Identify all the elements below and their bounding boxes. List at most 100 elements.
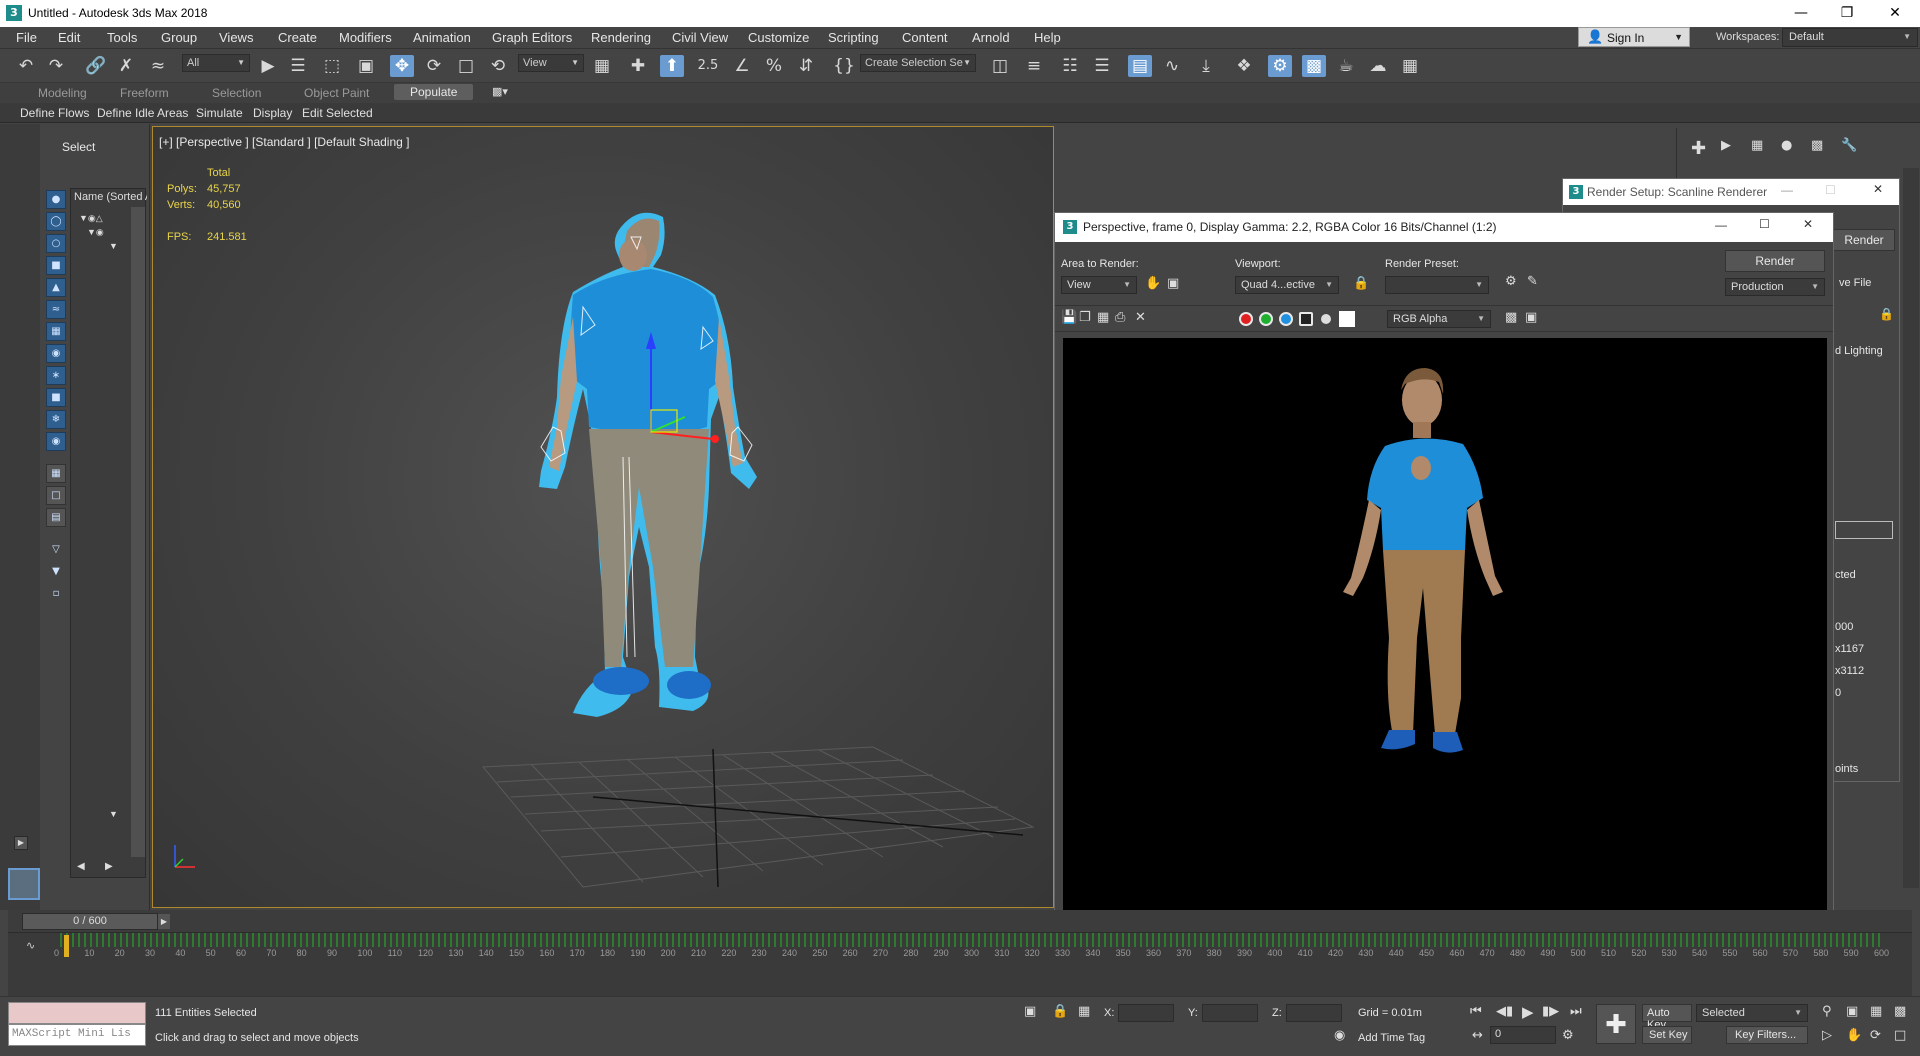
- menu-animation[interactable]: Animation: [413, 30, 471, 45]
- scale-icon[interactable]: □: [454, 55, 478, 77]
- render-setup-render-button[interactable]: Render: [1833, 229, 1895, 251]
- maxscript-output[interactable]: [8, 1002, 146, 1024]
- render-in-cloud-icon[interactable]: ☁: [1366, 55, 1390, 77]
- zoom-extents-all-icon[interactable]: ▩: [1894, 1004, 1906, 1019]
- save-image-icon[interactable]: 💾: [1061, 310, 1077, 325]
- menu-views[interactable]: Views: [219, 30, 253, 45]
- sign-in-dropdown[interactable]: 👤 Sign In ▼: [1578, 27, 1690, 47]
- z-coordinate-field[interactable]: [1286, 1004, 1342, 1022]
- mirror-icon[interactable]: ◫: [988, 55, 1012, 77]
- close-button[interactable]: ✕: [1872, 0, 1918, 27]
- window-crossing-icon[interactable]: ▣: [354, 55, 378, 77]
- key-filters-button[interactable]: Key Filters...: [1726, 1026, 1808, 1044]
- go-to-end-icon[interactable]: ⏭: [1570, 1004, 1582, 1019]
- command-panel-scrollbar[interactable]: [1903, 168, 1919, 888]
- filter-shapes-icon[interactable]: ◯: [46, 212, 66, 231]
- green-channel-icon[interactable]: [1259, 312, 1273, 326]
- filter-geometry-icon[interactable]: ●: [46, 190, 66, 209]
- menu-customize[interactable]: Customize: [748, 30, 809, 45]
- go-to-start-icon[interactable]: ⏮: [1470, 1004, 1482, 1019]
- schematic-view-icon[interactable]: ⤓: [1194, 55, 1218, 77]
- scene-object-list[interactable]: Name (Sorted A ▼◉△ ▼◉ ▼ ▼ ◀ ▶: [70, 188, 147, 878]
- maxscript-listener[interactable]: MAXScript Mini Lis: [8, 1002, 146, 1046]
- select-by-name-icon[interactable]: ☰: [286, 55, 310, 77]
- swatch-icon[interactable]: [1339, 311, 1355, 327]
- expand-icon[interactable]: ▶: [14, 836, 28, 850]
- rectangular-selection-icon[interactable]: ⬚: [320, 55, 344, 77]
- menu-modifiers[interactable]: Modifiers: [339, 30, 392, 45]
- close-icon[interactable]: ✕: [1803, 217, 1813, 231]
- display-tab-icon[interactable]: ▩: [1811, 138, 1823, 153]
- display-layers-icon[interactable]: ▤: [46, 508, 66, 527]
- zoom-extents-icon[interactable]: ▦: [1870, 1004, 1882, 1019]
- scene-list-scrollbar[interactable]: [131, 207, 145, 857]
- utilities-tab-icon[interactable]: 🔧: [1841, 138, 1857, 153]
- unlink-icon[interactable]: ✗: [114, 55, 138, 77]
- move-icon[interactable]: ✥: [390, 55, 414, 77]
- viewport-dropdown[interactable]: Quad 4...ective ▼: [1235, 276, 1339, 294]
- environment-effects-icon[interactable]: ✎: [1527, 274, 1538, 289]
- tree-expand-icon[interactable]: ▼◉: [87, 227, 104, 238]
- zoom-all-icon[interactable]: ▣: [1846, 1004, 1858, 1019]
- menu-group[interactable]: Group: [161, 30, 197, 45]
- filter-bones-icon[interactable]: ∗: [46, 366, 66, 385]
- angle-snap-icon[interactable]: ∠: [730, 55, 754, 77]
- simulate-button[interactable]: Simulate: [196, 106, 243, 120]
- menu-scripting[interactable]: Scripting: [828, 30, 879, 45]
- render-frame-titlebar[interactable]: 3 Perspective, frame 0, Display Gamma: 2…: [1055, 213, 1833, 242]
- tab-selection[interactable]: Selection: [212, 86, 261, 100]
- align-icon[interactable]: ≡: [1022, 55, 1046, 77]
- tree-expand-icon[interactable]: ▼: [109, 241, 118, 251]
- filter-xrefs-icon[interactable]: ◉: [46, 344, 66, 363]
- tree-expand-icon[interactable]: ▼: [109, 809, 118, 819]
- select-object-icon[interactable]: ▶: [256, 55, 280, 77]
- rotate-icon[interactable]: ⟳: [422, 55, 446, 77]
- maximize-viewport-icon[interactable]: □: [1894, 1028, 1906, 1043]
- filter-cameras-icon[interactable]: ■: [46, 256, 66, 275]
- filter-spacewarps-icon[interactable]: ≈: [46, 300, 66, 319]
- key-mode-dropdown[interactable]: Selected ▼: [1696, 1004, 1808, 1022]
- menu-help[interactable]: Help: [1034, 30, 1061, 45]
- minimize-button[interactable]: —: [1778, 0, 1824, 27]
- toggle-ui-icon[interactable]: ▣: [1525, 310, 1537, 325]
- menu-file[interactable]: File: [16, 30, 37, 45]
- previous-frame-icon[interactable]: ◀▮: [1496, 1004, 1513, 1019]
- selection-filter-dropdown[interactable]: All ▼: [182, 54, 250, 72]
- time-slider-handle[interactable]: 0 / 600: [22, 913, 158, 930]
- y-coordinate-field[interactable]: [1202, 1004, 1258, 1022]
- menu-arnold[interactable]: Arnold: [972, 30, 1010, 45]
- render-setup-field[interactable]: [1835, 521, 1893, 539]
- scroll-left-icon[interactable]: ◀: [77, 861, 85, 872]
- display-children-icon[interactable]: □: [46, 486, 66, 505]
- display-options-icon[interactable]: ▦: [46, 464, 66, 483]
- zoom-icon[interactable]: ⚲: [1822, 1004, 1832, 1019]
- filter-visibility-icon[interactable]: ◉: [46, 432, 66, 451]
- display-button[interactable]: Display: [253, 106, 292, 120]
- select-manipulate-icon[interactable]: ✚: [626, 55, 650, 77]
- absolute-mode-icon[interactable]: ▦: [1078, 1004, 1090, 1019]
- define-idle-areas-button[interactable]: Define Idle Areas: [97, 106, 188, 120]
- menu-graph-editors[interactable]: Graph Editors: [492, 30, 572, 45]
- key-mode-icon[interactable]: ↔: [1472, 1028, 1483, 1043]
- create-tab-icon[interactable]: ✚: [1691, 138, 1706, 159]
- area-to-render-dropdown[interactable]: View ▼: [1061, 276, 1137, 294]
- x-coordinate-field[interactable]: [1118, 1004, 1174, 1022]
- toggle-ui-overlay-icon[interactable]: ▩: [1505, 310, 1517, 325]
- percent-snap-icon[interactable]: %: [762, 55, 786, 77]
- edit-region-icon[interactable]: ✋: [1145, 276, 1161, 291]
- ribbon-options-icon[interactable]: ▩▾: [492, 85, 508, 98]
- close-icon[interactable]: ✕: [1873, 182, 1883, 196]
- alpha-channel-icon[interactable]: [1299, 312, 1313, 326]
- menu-edit[interactable]: Edit: [58, 30, 80, 45]
- minimize-icon[interactable]: —: [1781, 183, 1793, 197]
- workspace-dropdown[interactable]: Default ▼: [1782, 28, 1918, 47]
- scroll-right-icon[interactable]: ▶: [105, 861, 113, 872]
- play-icon[interactable]: ▶: [1522, 1003, 1534, 1021]
- link-icon[interactable]: 🔗: [84, 55, 108, 77]
- menu-tools[interactable]: Tools: [107, 30, 137, 45]
- undo-icon[interactable]: ↶: [14, 55, 38, 77]
- asset-library-icon[interactable]: ▦: [1398, 55, 1422, 77]
- track-bar[interactable]: ∿ 0 10 20 30 40 50 60 70 80 90 100 110 120 130 140 150 1…: [8, 932, 1912, 996]
- clear-icon[interactable]: ✕: [1135, 310, 1146, 325]
- render-preset-dropdown[interactable]: ▼: [1385, 276, 1489, 294]
